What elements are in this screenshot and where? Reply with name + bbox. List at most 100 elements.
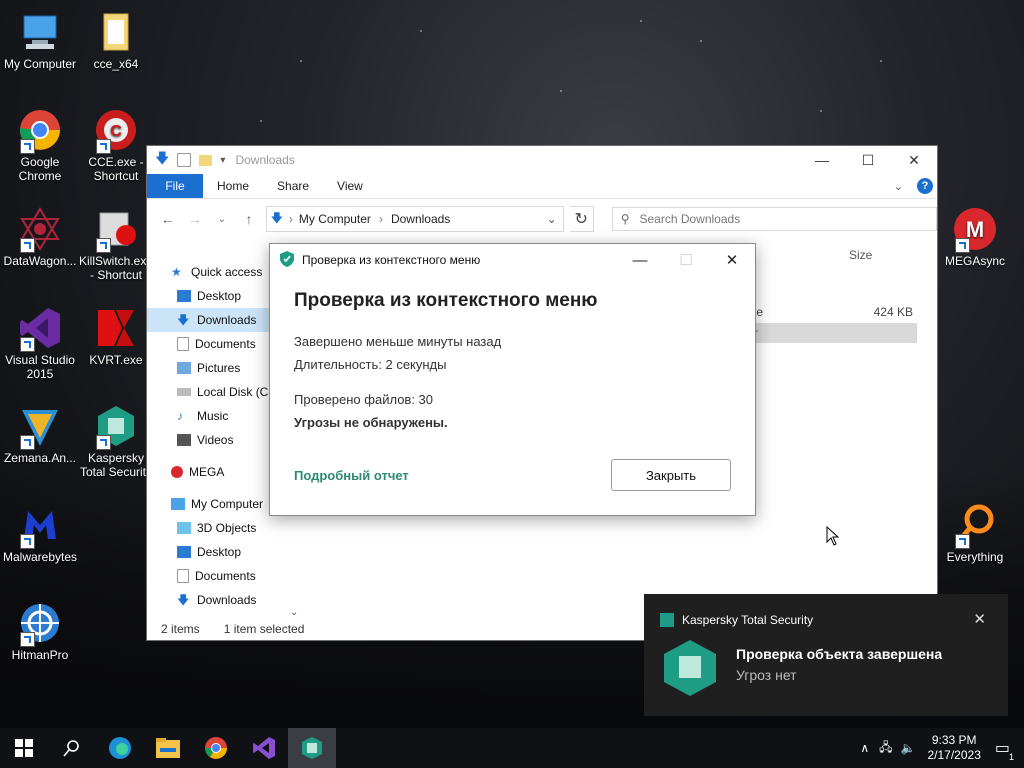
sidebar-item-label: Music <box>197 409 229 423</box>
volume-icon[interactable]: 🔈 <box>901 741 916 755</box>
start-button[interactable] <box>0 728 48 768</box>
selection-count: 1 item selected <box>223 622 305 636</box>
taskbar-file-explorer[interactable] <box>144 728 192 768</box>
pictures-icon <box>177 362 191 374</box>
desktop-icon-cce-shortcut[interactable]: C CCE.exe - Shortcut <box>76 108 156 183</box>
recent-chevron-icon[interactable]: ⌄ <box>211 214 232 225</box>
back-arrow-icon[interactable]: ← <box>157 211 178 227</box>
new-folder-icon[interactable] <box>199 154 213 166</box>
desktop-icon-killswitch[interactable]: KillSwitch.exe - Shortcut <box>76 207 156 282</box>
address-dropdown-icon[interactable]: ⌄ <box>547 212 557 226</box>
network-icon[interactable]: 🖧 <box>879 738 892 759</box>
desktop-icon <box>177 546 191 558</box>
help-icon[interactable]: ? <box>917 178 933 194</box>
clock[interactable]: 9:33 PM 2/17/2023 <box>927 733 980 763</box>
toast-app-name: Kaspersky Total Security <box>682 613 814 627</box>
up-arrow-icon[interactable]: ↑ <box>238 211 259 227</box>
sidebar-item-desktop-2[interactable]: Desktop <box>147 540 302 564</box>
show-hidden-icons-chevron-icon[interactable]: ∧ <box>860 741 869 755</box>
desktop-icon-google-chrome[interactable]: Google Chrome <box>0 108 80 183</box>
kaspersky-icon <box>94 404 138 450</box>
desktop-icon-visual-studio[interactable]: Visual Studio 2015 <box>0 306 80 381</box>
tab-share[interactable]: Share <box>263 179 323 193</box>
expand-ribbon-icon[interactable]: ⌄ <box>894 180 903 193</box>
breadcrumb-separator-icon: › <box>378 212 383 226</box>
kaspersky-icon <box>662 638 718 703</box>
shortcut-arrow-icon <box>20 139 35 154</box>
address-row: ← → ⌄ ↑ 🡇 › My Computer › Downloads ⌄ ↻ … <box>147 199 937 239</box>
tab-file[interactable]: File <box>147 174 203 198</box>
breadcrumb-root[interactable]: My Computer <box>299 212 371 226</box>
close-button[interactable]: ✕ <box>891 146 937 174</box>
desktop-icon-zemana[interactable]: Zemana.An... <box>0 404 80 465</box>
download-arrow-icon: 🡇 <box>177 313 190 327</box>
taskbar-chrome[interactable] <box>192 728 240 768</box>
notification-center-icon[interactable]: ▭ 1 <box>995 738 1016 762</box>
videos-icon <box>177 434 191 446</box>
taskbar: ∧ 🖧 🔈 9:33 PM 2/17/2023 ▭ 1 <box>0 728 1024 768</box>
detailed-report-link[interactable]: Подробный отчет <box>294 468 409 483</box>
toast-close-icon[interactable]: ✕ <box>973 610 986 628</box>
mouse-cursor-icon <box>826 525 840 551</box>
desktop-icon-kaspersky[interactable]: Kaspersky Total Security <box>76 404 156 479</box>
desktop-icon-datawagon[interactable]: DataWagon... <box>0 207 80 268</box>
desktop-icon-label: KVRT.exe <box>89 353 143 367</box>
desktop-icon-kvrt[interactable]: KVRT.exe <box>76 306 156 367</box>
title-bar: 🡇 ▾ Downloads — ☐ ✕ <box>147 146 937 174</box>
taskbar-edge[interactable] <box>96 728 144 768</box>
notification-toast[interactable]: Kaspersky Total Security ✕ Проверка объе… <box>644 594 1008 716</box>
minimize-button[interactable]: — <box>799 146 845 174</box>
desktop-icon-label: Google Chrome <box>18 155 62 183</box>
hitmanpro-icon <box>18 601 62 647</box>
svg-text:C: C <box>110 123 122 140</box>
desktop-icon-label: Kaspersky Total Security <box>79 451 153 479</box>
clock-time: 9:33 PM <box>931 733 977 747</box>
forward-arrow-icon[interactable]: → <box>184 211 205 227</box>
refresh-button[interactable]: ↻ <box>569 206 594 232</box>
taskbar-visual-studio[interactable] <box>240 728 288 768</box>
desktop-icon-label: HitmanPro <box>11 648 69 662</box>
cube-icon <box>177 522 191 534</box>
search-input[interactable]: ⚲ Search Downloads <box>611 207 937 231</box>
desktop-icon-megasync[interactable]: M MEGAsync <box>935 207 1015 268</box>
dialog-minimize-button[interactable]: — <box>617 244 663 276</box>
breadcrumb-current[interactable]: Downloads <box>391 212 450 226</box>
dialog-title-bar: Проверка из контекстного меню — ☐ ✕ <box>270 244 755 276</box>
desktop-icon-malwarebytes[interactable]: Malwarebytes <box>0 503 80 564</box>
desktop-icon-hitmanpro[interactable]: HitmanPro <box>0 601 80 662</box>
toast-subtitle: Угроз нет <box>736 667 797 683</box>
desktop-icon-label: Zemana.An... <box>3 451 77 465</box>
properties-icon[interactable] <box>177 153 192 167</box>
computer-icon <box>171 498 185 510</box>
scroll-down-icon[interactable]: ⌄ <box>290 607 298 618</box>
chrome-icon <box>205 737 227 759</box>
sidebar-item-label: Documents <box>195 337 256 351</box>
chevron-down-icon[interactable]: ▾ <box>220 155 225 166</box>
column-size[interactable]: Size <box>849 248 872 262</box>
computer-icon <box>18 10 62 54</box>
cce-icon: C <box>94 108 138 154</box>
item-count: 2 items <box>161 622 200 636</box>
sidebar-item-label: Downloads <box>197 593 257 607</box>
datawagon-icon <box>18 207 62 253</box>
shortcut-arrow-icon <box>96 238 111 253</box>
close-button[interactable]: Закрыть <box>611 459 731 491</box>
tab-home[interactable]: Home <box>203 179 263 193</box>
tab-view[interactable]: View <box>323 179 377 193</box>
sidebar-item-3d-objects[interactable]: 3D Objects <box>147 516 302 540</box>
taskbar-kaspersky[interactable] <box>288 728 336 768</box>
address-bar[interactable]: 🡇 › My Computer › Downloads ⌄ <box>265 206 564 232</box>
desktop-icon-cce-x64[interactable]: cce_x64 <box>76 10 156 71</box>
desktop-icon-everything[interactable]: Everything <box>935 503 1015 564</box>
sidebar-item-label: Local Disk (C: <box>197 385 272 399</box>
system-tray: ∧ 🖧 🔈 9:33 PM 2/17/2023 ▭ 1 <box>860 728 1024 768</box>
status-bar: 2 items 1 item selected <box>161 622 304 636</box>
sidebar-item-label: Desktop <box>197 545 242 559</box>
desktop-icon-my-computer[interactable]: My Computer <box>0 10 80 71</box>
sidebar-item-downloads-2[interactable]: 🡇 Downloads <box>147 588 302 612</box>
sidebar-item-documents-2[interactable]: Documents <box>147 564 302 588</box>
maximize-button[interactable]: ☐ <box>845 146 891 174</box>
dialog-close-x-button[interactable]: ✕ <box>709 244 755 276</box>
search-button[interactable] <box>48 728 96 768</box>
sidebar-item-label: Quick access <box>191 265 263 279</box>
